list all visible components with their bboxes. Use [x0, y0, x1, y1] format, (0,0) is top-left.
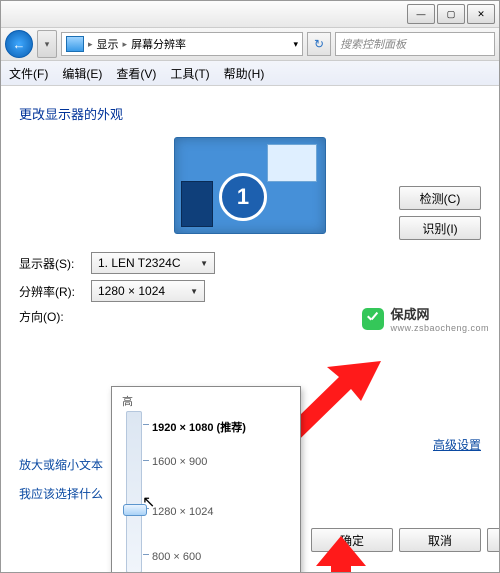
breadcrumb-display[interactable]: 显示: [97, 36, 119, 52]
menu-bar: 文件(F) 编辑(E) 查看(V) 工具(T) 帮助(H): [1, 61, 499, 86]
zoom-text-link[interactable]: 放大或缩小文本: [19, 456, 103, 473]
resolution-option[interactable]: 1920 × 1080 (推荐): [152, 419, 246, 435]
page-title: 更改显示器的外观: [19, 104, 481, 123]
apply-button[interactable]: 应用(A): [487, 528, 500, 552]
maximize-button[interactable]: ▢: [437, 4, 465, 24]
monitor-thumbnail[interactable]: 1: [174, 137, 326, 234]
resolution-label: 分辨率(R):: [19, 283, 81, 300]
display-dropdown[interactable]: 1. LEN T2324C ▼: [91, 252, 215, 274]
forward-button[interactable]: ▾: [37, 30, 57, 58]
display-row: 显示器(S): 1. LEN T2324C ▼: [19, 252, 481, 274]
slider-tick: [143, 460, 149, 461]
slider-tick: [143, 424, 149, 425]
dialog-buttons: 确定 取消 应用(A): [311, 528, 500, 552]
menu-help[interactable]: 帮助(H): [224, 65, 265, 82]
navigation-bar: ← ▾ ▸ 显示 ▸ 屏幕分辨率 ▾ ↻ 搜索控制面板: [1, 28, 499, 61]
chevron-right-icon: ▸: [123, 39, 128, 50]
resolution-popup: 高 1920 × 1080 (推荐) 1600 × 900 1280 × 1024 8…: [111, 386, 301, 573]
address-bar[interactable]: ▸ 显示 ▸ 屏幕分辨率 ▾: [61, 32, 303, 56]
watermark-name: 保成网: [390, 304, 489, 323]
menu-tools[interactable]: 工具(T): [170, 65, 209, 82]
display-value: 1. LEN T2324C: [98, 256, 181, 270]
resolution-slider[interactable]: [126, 411, 142, 573]
ok-button[interactable]: 确定: [311, 528, 393, 552]
minimize-button[interactable]: —: [407, 4, 435, 24]
orientation-label: 方向(O):: [19, 308, 81, 325]
which-resolution-link[interactable]: 我应该选择什么: [19, 485, 103, 502]
resolution-option[interactable]: 800 × 600: [152, 551, 201, 563]
side-buttons: 检测(C) 识别(I): [399, 186, 481, 240]
menu-view[interactable]: 查看(V): [116, 65, 156, 82]
menu-file[interactable]: 文件(F): [9, 65, 48, 82]
control-panel-window: { "titlebar": {"min":"—","max":"▢","clos…: [0, 0, 500, 573]
resolution-options: 1920 × 1080 (推荐) 1600 × 900 1280 × 1024 800…: [152, 411, 290, 573]
monitor-taskbar-icon: [181, 181, 213, 227]
identify-button[interactable]: 识别(I): [399, 216, 481, 240]
watermark-check-icon: [362, 308, 384, 330]
chevron-right-icon: ▸: [88, 39, 93, 50]
watermark: 保成网 www.zsbaocheng.com: [362, 304, 489, 333]
content-area: 更改显示器的外观 1 检测(C) 识别(I) 显示器(S): 1. LEN T2…: [1, 86, 499, 343]
display-label: 显示器(S):: [19, 255, 81, 272]
resolution-option[interactable]: 1600 × 900: [152, 456, 207, 468]
monitor-number-badge: 1: [219, 173, 267, 221]
breadcrumb-resolution[interactable]: 屏幕分辨率: [131, 36, 186, 52]
window-titlebar: — ▢ ✕: [1, 1, 499, 28]
text-size-links: 放大或缩小文本 我应该选择什么: [19, 456, 103, 502]
search-input[interactable]: 搜索控制面板: [335, 32, 495, 56]
popup-high-label: 高: [122, 393, 290, 409]
slider-tick: [143, 554, 149, 555]
slider-thumb[interactable]: [123, 504, 147, 516]
advanced-settings-link[interactable]: 高级设置: [433, 436, 481, 453]
watermark-url: www.zsbaocheng.com: [390, 323, 489, 333]
chevron-down-icon[interactable]: ▾: [293, 39, 298, 50]
resolution-option[interactable]: 1280 × 1024: [152, 506, 213, 518]
resolution-dropdown[interactable]: 1280 × 1024 ▼: [91, 280, 205, 302]
display-icon: [66, 36, 84, 52]
menu-edit[interactable]: 编辑(E): [62, 65, 102, 82]
resolution-value: 1280 × 1024: [98, 284, 165, 298]
detect-button[interactable]: 检测(C): [399, 186, 481, 210]
resolution-row: 分辨率(R): 1280 × 1024 ▼: [19, 280, 481, 302]
chevron-down-icon: ▼: [190, 287, 198, 296]
close-button[interactable]: ✕: [467, 4, 495, 24]
cancel-button[interactable]: 取消: [399, 528, 481, 552]
monitor-window-icon: [267, 144, 317, 182]
chevron-down-icon: ▼: [200, 259, 208, 268]
refresh-button[interactable]: ↻: [307, 32, 331, 56]
back-button[interactable]: ←: [5, 30, 33, 58]
